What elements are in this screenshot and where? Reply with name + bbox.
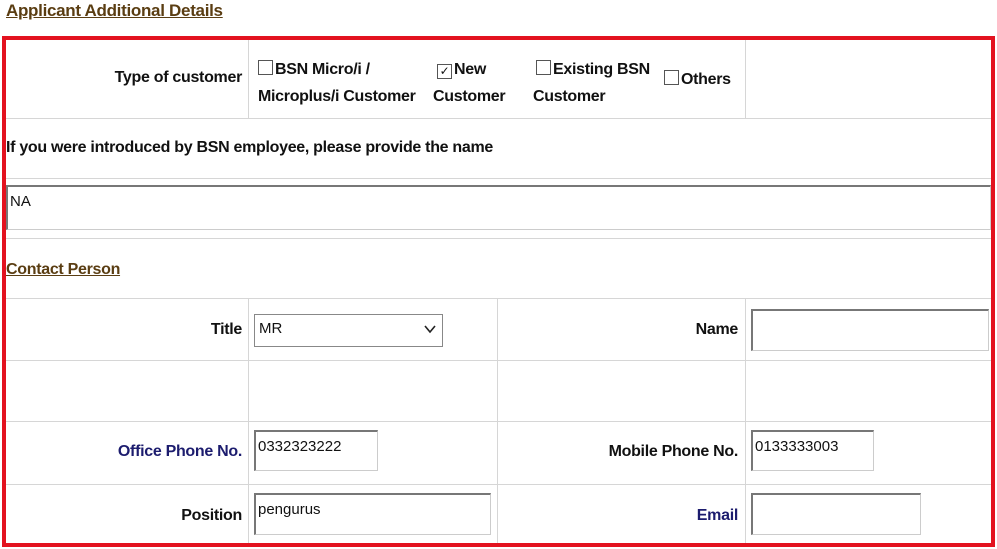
divider [6,238,991,239]
position-label: Position [181,507,242,524]
name-input[interactable] [751,309,989,351]
option-label: Microplus/i Customer [258,88,416,105]
customer-type-label: Type of customer [114,69,243,86]
option-existing-bsn[interactable]: Existing BSN Customer [533,56,650,110]
section-title: Applicant Additional Details [6,1,223,20]
office-phone-input[interactable] [254,430,378,471]
email-label: Email [696,507,739,524]
option-others[interactable]: Others [664,70,731,89]
checkmark-icon: ✓ [439,64,450,78]
divider [6,360,991,361]
option-label: BSN Micro/i / [275,61,370,78]
office-phone-label: Office Phone No. [117,443,242,460]
name-label: Name [695,321,739,338]
option-bsn-micro[interactable]: BSN Micro/i / Microplus/i Customer [258,56,416,110]
divider [6,298,991,299]
option-label: Existing BSN [553,61,650,78]
title-label: Title [210,321,242,338]
introducer-label: If you were introduced by BSN employee, … [6,139,494,156]
chevron-down-icon [424,325,436,334]
checkbox[interactable] [664,70,679,85]
mobile-phone-label: Mobile Phone No. [608,443,739,460]
divider [745,298,746,543]
option-new-customer[interactable]: ✓ New Customer [433,56,506,110]
divider [248,298,249,543]
mobile-phone-input[interactable] [751,430,874,471]
contact-section-title: Contact Person [6,261,121,278]
position-input[interactable] [254,493,491,535]
divider [6,421,991,422]
divider [6,484,991,485]
checkbox-checked[interactable]: ✓ [437,64,452,79]
divider [6,178,991,179]
option-label: New [454,61,486,78]
checkbox[interactable] [258,60,273,75]
checkbox[interactable] [536,60,551,75]
divider [6,118,991,119]
email-input[interactable] [751,493,921,535]
divider [248,40,249,118]
option-label: Customer [533,88,606,105]
divider [745,40,746,118]
option-label: Others [681,71,731,88]
divider [497,298,498,543]
option-label: Customer [433,88,506,105]
title-select[interactable]: MR [254,314,443,347]
title-select-value: MR [259,320,283,337]
introducer-name-input[interactable] [6,185,991,230]
